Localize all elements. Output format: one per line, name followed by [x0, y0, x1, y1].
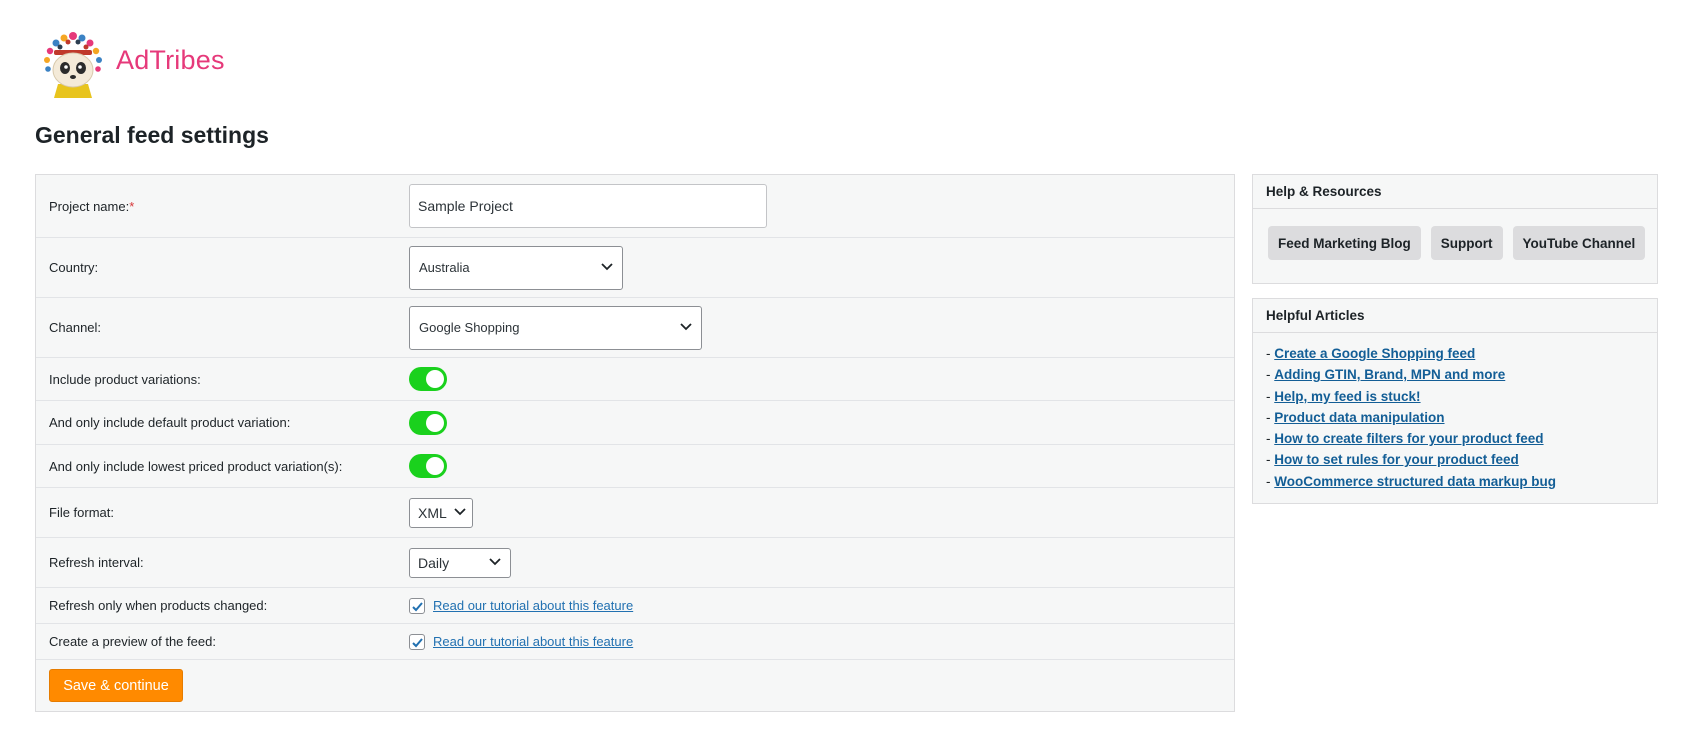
refresh-interval-label: Refresh interval: — [49, 555, 144, 570]
page: AdTribes General feed settings Project n… — [0, 0, 1682, 745]
country-value: Australia — [419, 260, 470, 275]
chevron-down-icon — [454, 507, 466, 515]
support-button[interactable]: Support — [1430, 226, 1503, 260]
helpful-articles-list: - Create a Google Shopping feed - Adding… — [1253, 333, 1657, 502]
chevron-down-icon — [489, 557, 501, 565]
list-item: - How to create filters for your product… — [1266, 431, 1544, 447]
channel-select[interactable]: Google Shopping — [409, 305, 702, 350]
refresh-interval-select[interactable]: Daily — [409, 547, 511, 578]
checkmark-icon — [412, 601, 423, 611]
project-name-row: Project name:* Sample Project — [36, 175, 1234, 238]
project-name-input[interactable]: Sample Project — [409, 184, 767, 228]
chevron-down-icon — [680, 322, 692, 330]
help-resources-buttons: Feed Marketing Blog Support YouTube Chan… — [1253, 209, 1657, 283]
refresh-changed-label: Refresh only when products changed: — [49, 598, 268, 613]
list-item: - Adding GTIN, Brand, MPN and more — [1266, 367, 1506, 383]
preview-tutorial-link[interactable]: Read our tutorial about this feature — [433, 634, 633, 649]
lowest-variation-row: And only include lowest priced product v… — [36, 445, 1234, 488]
page-title: General feed settings — [35, 122, 269, 148]
article-link[interactable]: Product data manipulation — [1274, 410, 1444, 425]
channel-value: Google Shopping — [419, 320, 520, 335]
channel-row: Channel: Google Shopping — [36, 298, 1234, 358]
country-row: Country: Australia — [36, 238, 1234, 298]
refresh-interval-value: Daily — [418, 554, 450, 571]
refresh-changed-row: Refresh only when products changed: Read… — [36, 588, 1234, 624]
refresh-changed-checkbox[interactable] — [409, 597, 425, 614]
default-variation-label: And only include default product variati… — [49, 415, 291, 430]
panda-headdress-logo-icon — [44, 32, 102, 98]
include-variations-label: Include product variations: — [49, 371, 201, 387]
article-link[interactable]: Help, my feed is stuck! — [1274, 389, 1420, 404]
youtube-channel-button[interactable]: YouTube Channel — [1512, 226, 1646, 260]
refresh-changed-tutorial-link[interactable]: Read our tutorial about this feature — [433, 598, 633, 613]
list-item: - Create a Google Shopping feed — [1266, 346, 1476, 361]
list-item: - How to set rules for your product feed — [1266, 452, 1519, 468]
brand-logo[interactable]: AdTribes — [38, 26, 225, 98]
preview-row: Create a preview of the feed: Read our t… — [36, 624, 1234, 660]
article-link[interactable]: WooCommerce structured data markup bug — [1274, 474, 1556, 489]
file-format-row: File format: XML — [36, 488, 1234, 538]
chevron-down-icon — [601, 262, 613, 270]
preview-label: Create a preview of the feed: — [49, 634, 216, 649]
list-item: - WooCommerce structured data markup bug — [1266, 473, 1557, 489]
lowest-variation-label: And only include lowest priced product v… — [49, 458, 343, 474]
preview-checkbox[interactable] — [409, 633, 425, 650]
checkmark-icon — [412, 637, 423, 647]
include-variations-toggle[interactable] — [409, 367, 447, 391]
helpful-articles-title: Helpful Articles — [1253, 299, 1657, 333]
save-row: Save & continue — [36, 660, 1234, 711]
help-resources-title: Help & Resources — [1253, 175, 1657, 209]
file-format-value: XML — [418, 504, 447, 521]
save-continue-button[interactable]: Save & continue — [49, 669, 183, 702]
lowest-variation-toggle[interactable] — [409, 454, 447, 478]
article-link[interactable]: How to set rules for your product feed — [1274, 452, 1519, 467]
brand-name: AdTribes — [116, 44, 225, 75]
file-format-select[interactable]: XML — [409, 497, 473, 528]
default-variation-toggle[interactable] — [409, 410, 447, 435]
article-link[interactable]: How to create filters for your product f… — [1274, 431, 1543, 446]
article-link[interactable]: Create a Google Shopping feed — [1274, 346, 1475, 361]
article-link[interactable]: Adding GTIN, Brand, MPN and more — [1274, 367, 1505, 382]
feed-marketing-blog-button[interactable]: Feed Marketing Blog — [1268, 226, 1421, 260]
list-item: - Product data manipulation — [1266, 409, 1445, 425]
country-label: Country: — [49, 260, 99, 275]
list-item: - Help, my feed is stuck! — [1266, 388, 1421, 404]
default-variation-row: And only include default product variati… — [36, 401, 1234, 445]
channel-label: Channel: — [49, 320, 102, 335]
refresh-interval-row: Refresh interval: Daily — [36, 538, 1234, 588]
required-mark: * — [129, 198, 135, 214]
country-select[interactable]: Australia — [409, 245, 623, 290]
feed-settings-form: Project name:* Sample Project Country: A… — [35, 174, 1235, 712]
helpful-articles-box: Helpful Articles - Create a Google Shopp… — [1252, 298, 1658, 504]
file-format-label: File format: — [49, 505, 115, 520]
include-variations-row: Include product variations: — [36, 358, 1234, 401]
help-resources-box: Help & Resources Feed Marketing Blog Sup… — [1252, 174, 1658, 284]
project-name-label: Project name:* — [49, 198, 135, 214]
